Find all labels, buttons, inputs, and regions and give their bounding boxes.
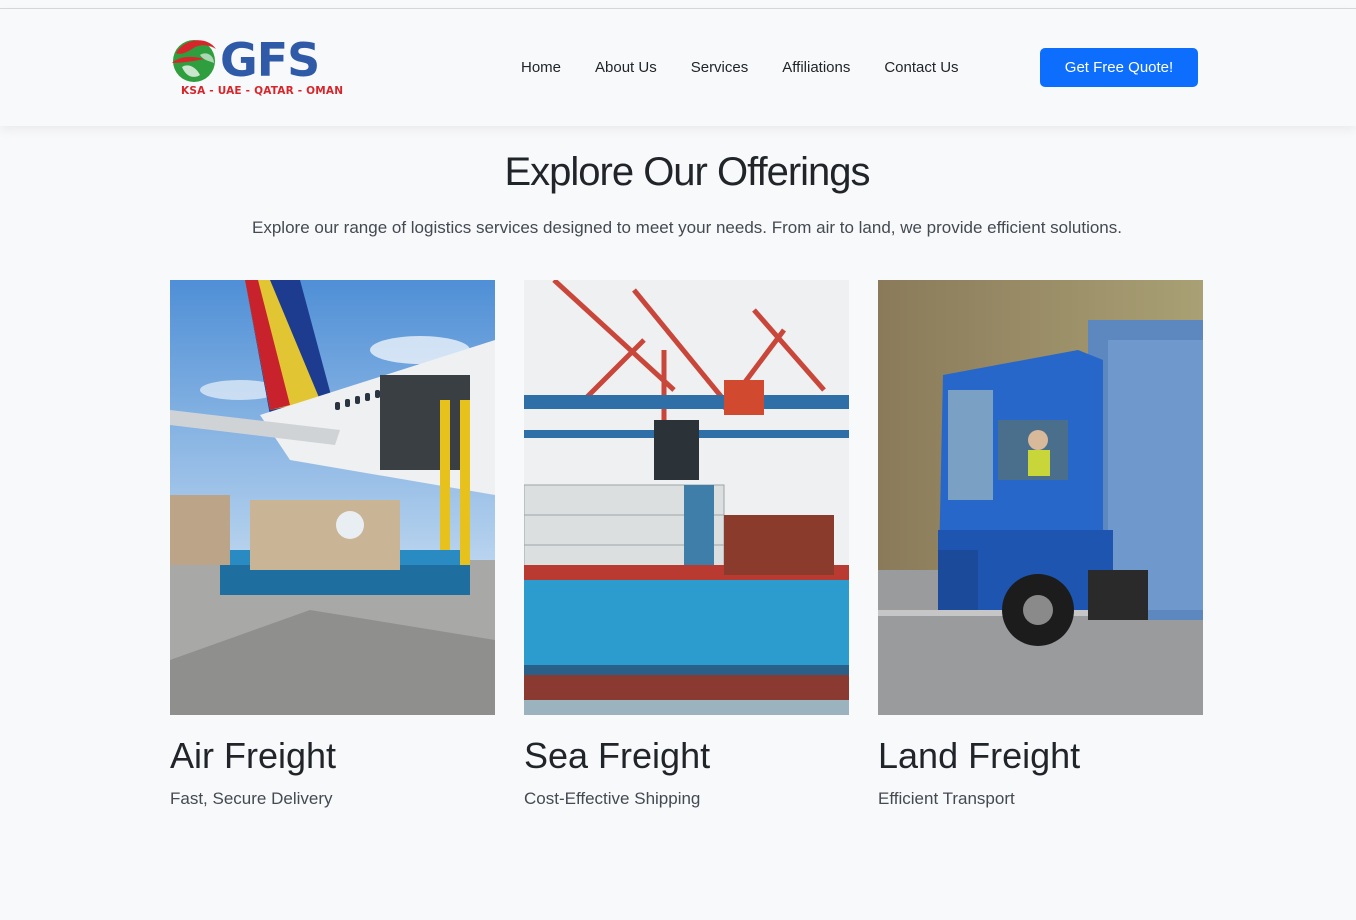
sea-freight-image[interactable] — [524, 280, 849, 715]
card-description: Fast, Secure Delivery — [170, 789, 333, 808]
card-description: Efficient Transport — [878, 789, 1015, 808]
card-title: Land Freight — [878, 735, 1081, 776]
card-title: Sea Freight — [524, 735, 711, 776]
nav-contact-us[interactable]: Contact Us — [884, 59, 958, 77]
service-card-sea: Sea Freight Cost-Effective Shipping — [524, 280, 849, 809]
logo-wordmark: GFS — [220, 33, 320, 87]
service-card-air: Air Freight Fast, Secure Delivery — [170, 280, 495, 809]
main-nav: Home About Us Services Affiliations Cont… — [521, 59, 993, 77]
nav-affiliations[interactable]: Affiliations — [782, 59, 850, 77]
nav-services[interactable]: Services — [691, 59, 749, 77]
service-card-land: Land Freight Efficient Transport — [878, 280, 1203, 809]
section-subtitle: Explore our range of logistics services … — [252, 218, 1122, 237]
globe-icon — [172, 40, 216, 82]
get-free-quote-button[interactable]: Get Free Quote! — [1040, 48, 1198, 87]
card-description: Cost-Effective Shipping — [524, 789, 701, 808]
air-freight-image[interactable] — [170, 280, 495, 715]
nav-about-us[interactable]: About Us — [595, 59, 657, 77]
land-freight-image[interactable] — [878, 280, 1203, 715]
site-header: GFS KSA - UAE - QATAR - OMAN Home About … — [0, 9, 1356, 126]
nav-home[interactable]: Home — [521, 59, 561, 77]
section-title: Explore Our Offerings — [504, 150, 870, 194]
logo-tagline: KSA - UAE - QATAR - OMAN — [181, 85, 344, 97]
gfs-logo[interactable]: GFS KSA - UAE - QATAR - OMAN — [170, 33, 344, 99]
card-title: Air Freight — [170, 735, 337, 776]
